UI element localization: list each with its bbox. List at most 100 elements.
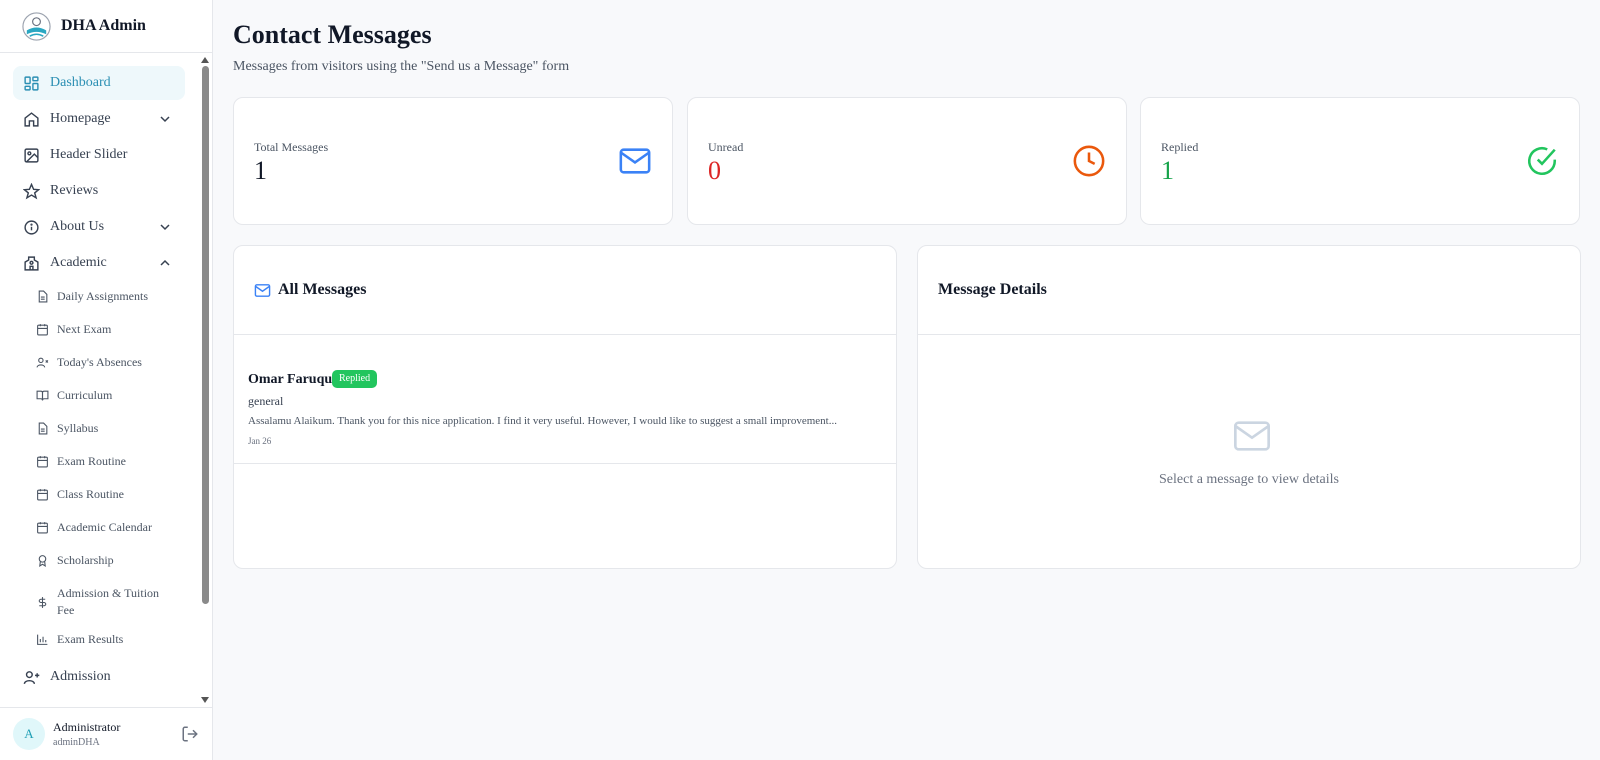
calendar-icon <box>37 489 48 501</box>
stat-value: 1 <box>1161 156 1174 185</box>
sidebar-item-label: Homepage <box>50 111 111 126</box>
user-footer: A Administrator adminDHA <box>0 707 212 760</box>
dashboard-icon <box>24 75 39 91</box>
stat-card-replied: Replied 1 <box>1140 97 1580 225</box>
sidebar-item-label: Header Slider <box>50 147 128 162</box>
sidebar-item-header-slider[interactable]: Header Slider <box>13 138 185 172</box>
calendar-icon <box>37 522 48 534</box>
sidebar-subitem-todays-absences[interactable]: Today's Absences <box>36 354 186 371</box>
mail-icon <box>619 148 651 174</box>
all-messages-panel: All Messages Omar Faruque Replied genera… <box>233 245 897 569</box>
page-title: Contact Messages <box>233 20 432 49</box>
check-circle-icon <box>1527 146 1557 176</box>
calendar-icon <box>37 456 48 468</box>
sidebar-nav: Dashboard Homepage Header Slider Reviews <box>0 54 200 706</box>
sidebar-item-homepage[interactable]: Homepage <box>13 102 185 136</box>
school-icon <box>24 255 39 271</box>
brand[interactable]: DHA Admin <box>0 0 212 53</box>
sidebar-item-about-us[interactable]: About Us <box>13 210 185 244</box>
chevron-down-icon[interactable] <box>159 221 171 233</box>
page-subtitle: Messages from visitors using the "Send u… <box>233 59 570 74</box>
bar-chart-icon <box>37 634 48 645</box>
sidebar-subitem-scholarship[interactable]: Scholarship <box>36 552 186 569</box>
scroll-up-arrow[interactable] <box>201 57 209 63</box>
chevron-up-icon[interactable] <box>159 257 171 269</box>
document-icon <box>38 422 48 435</box>
stat-card-total: Total Messages 1 <box>233 97 673 225</box>
sidebar-subitem-curriculum[interactable]: Curriculum <box>36 387 186 404</box>
stat-label: Unread <box>708 140 744 154</box>
sidebar-subitem-exam-results[interactable]: Exam Results <box>36 631 186 648</box>
chevron-down-icon[interactable] <box>159 113 171 125</box>
award-icon <box>38 555 47 567</box>
sidebar-item-label: Admission <box>50 669 111 684</box>
stat-label: Replied <box>1161 140 1199 154</box>
sidebar-scrollbar[interactable] <box>199 54 212 706</box>
logout-icon[interactable] <box>181 725 199 743</box>
home-icon <box>24 111 39 127</box>
message-date: Jan 26 <box>248 436 272 446</box>
user-name: Administrator <box>53 720 121 734</box>
sidebar: DHA Admin Dashboard Homepage Header Slid… <box>0 0 213 760</box>
subitem-label: Exam Results <box>57 632 124 646</box>
logo-icon <box>22 11 51 41</box>
panel-title: Message Details <box>938 281 1047 298</box>
user-plus-icon <box>23 670 40 684</box>
mail-icon <box>254 283 271 297</box>
sidebar-subitem-admission-tuition-fee[interactable]: Admission & Tuition Fee <box>36 585 164 619</box>
sidebar-subitem-class-routine[interactable]: Class Routine <box>36 486 186 503</box>
subitem-label: Admission & Tuition Fee <box>57 586 160 617</box>
message-sender: Omar Faruque <box>248 372 339 387</box>
sidebar-subitem-next-exam[interactable]: Next Exam <box>36 321 186 338</box>
subitem-label: Curriculum <box>57 388 113 402</box>
sidebar-subitem-daily-assignments[interactable]: Daily Assignments <box>36 288 186 305</box>
sidebar-item-admission[interactable]: Admission <box>13 660 185 694</box>
dollar-icon <box>38 596 47 608</box>
empty-state-text: Select a message to view details <box>1159 472 1339 487</box>
subitem-label: Syllabus <box>57 421 99 435</box>
panel-header: All Messages <box>234 246 896 335</box>
subitem-label: Academic Calendar <box>57 520 152 534</box>
star-icon <box>23 182 40 199</box>
scroll-down-arrow[interactable] <box>201 697 209 703</box>
user-x-icon <box>36 357 49 368</box>
calendar-icon <box>37 324 48 336</box>
subitem-label: Daily Assignments <box>57 289 149 303</box>
sidebar-item-label: Dashboard <box>50 75 111 90</box>
image-icon <box>24 147 39 163</box>
sidebar-item-label: Reviews <box>50 183 99 198</box>
document-icon <box>38 290 48 303</box>
subitem-label: Today's Absences <box>57 355 142 369</box>
sidebar-subitem-exam-routine[interactable]: Exam Routine <box>36 453 186 470</box>
mail-icon <box>1234 421 1270 451</box>
subitem-label: Exam Routine <box>57 454 126 468</box>
book-icon <box>36 390 49 401</box>
stat-value: 1 <box>254 156 267 185</box>
panel-title: All Messages <box>278 281 367 298</box>
scroll-thumb[interactable] <box>202 66 209 604</box>
sidebar-subitem-academic-calendar[interactable]: Academic Calendar <box>36 519 186 536</box>
message-details-panel: Message Details Select a message to view… <box>917 245 1581 569</box>
sidebar-item-academic[interactable]: Academic <box>13 246 185 280</box>
sidebar-item-dashboard[interactable]: Dashboard <box>13 66 185 100</box>
info-icon <box>24 219 39 235</box>
sidebar-subitem-syllabus[interactable]: Syllabus <box>36 420 186 437</box>
message-preview: Assalamu Alaikum. Thank you for this nic… <box>248 415 837 427</box>
brand-title: DHA Admin <box>61 17 146 34</box>
clock-icon <box>1073 145 1105 177</box>
message-list-item[interactable]: Omar Faruque Replied general Assalamu Al… <box>234 336 896 464</box>
sidebar-item-reviews[interactable]: Reviews <box>13 174 185 208</box>
sidebar-item-label: Academic <box>50 255 107 270</box>
panel-header: Message Details <box>918 246 1580 335</box>
subitem-label: Next Exam <box>57 322 112 336</box>
sidebar-item-label: About Us <box>50 219 105 234</box>
stat-card-unread: Unread 0 <box>687 97 1127 225</box>
avatar[interactable]: A <box>13 718 45 750</box>
status-badge: Replied <box>332 370 378 388</box>
stat-value: 0 <box>708 156 721 185</box>
message-subject: general <box>248 394 284 408</box>
stat-label: Total Messages <box>254 140 329 154</box>
user-handle: adminDHA <box>53 737 100 748</box>
subitem-label: Class Routine <box>57 487 125 501</box>
subitem-label: Scholarship <box>57 553 114 567</box>
